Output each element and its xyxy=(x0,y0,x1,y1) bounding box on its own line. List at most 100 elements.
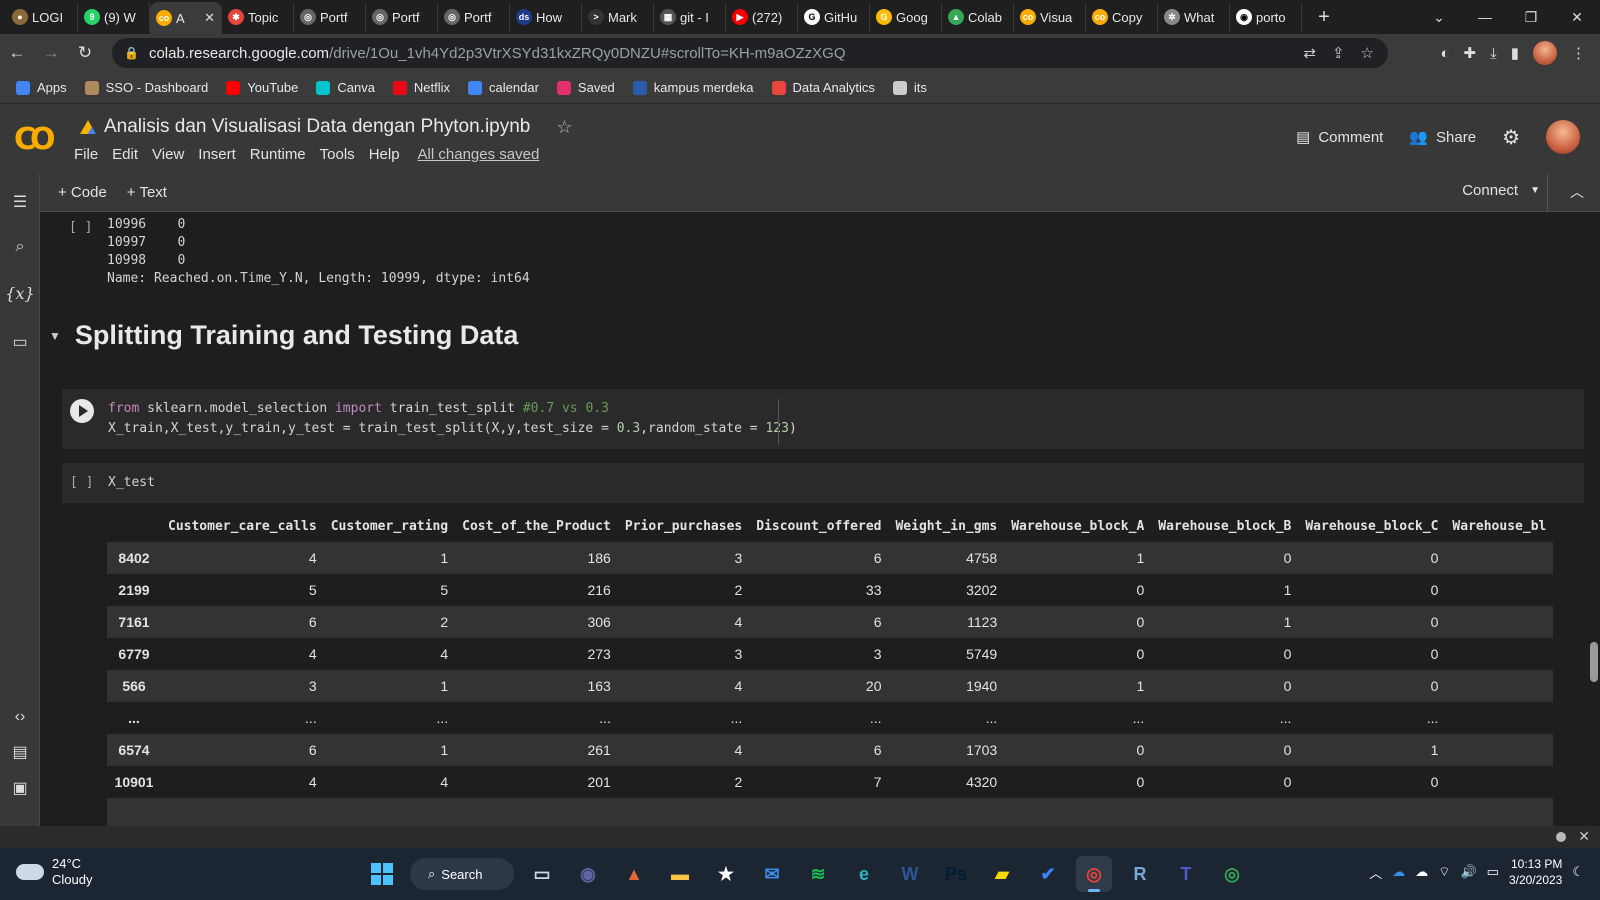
taskbar-app-sticky-notes[interactable]: ▰ xyxy=(984,856,1020,892)
menu-tools[interactable]: Tools xyxy=(320,146,355,163)
user-avatar[interactable] xyxy=(1546,120,1580,154)
taskbar-app-teams-chat[interactable]: ◉ xyxy=(570,856,606,892)
browser-tab[interactable]: co Copy xyxy=(1086,3,1158,31)
code-line-xtest[interactable]: X_test xyxy=(108,475,155,490)
reload-button[interactable]: ↻ xyxy=(68,43,102,63)
onedrive-icon[interactable]: ☁ xyxy=(1392,864,1405,880)
bookmark-item[interactable]: Saved xyxy=(556,80,615,95)
browser-tab[interactable]: ▦ git - I xyxy=(654,3,726,31)
star-icon[interactable]: ☆ xyxy=(556,117,572,138)
taskbar-app-mail[interactable]: ✉ xyxy=(754,856,790,892)
terminal-icon[interactable]: ▣ xyxy=(0,778,40,798)
taskbar-app-teams[interactable]: T xyxy=(1168,856,1204,892)
cell-run-bracket[interactable]: [ ] xyxy=(69,220,92,235)
address-bar[interactable]: 🔒 colab.research.google.com/drive/1Ou_1v… xyxy=(112,38,1388,68)
share-button[interactable]: 👥 Share xyxy=(1409,128,1476,147)
translate-icon[interactable]: ⇄ xyxy=(1303,44,1316,62)
taskbar-app-todo[interactable]: ✔ xyxy=(1030,856,1066,892)
browser-tab[interactable]: ◎ Portf xyxy=(438,3,510,31)
notebook-title[interactable]: Analisis dan Visualisasi Data dengan Phy… xyxy=(104,116,530,138)
tab-search-icon[interactable]: ⌄ xyxy=(1416,9,1462,26)
close-window-button[interactable]: ✕ xyxy=(1554,9,1600,26)
taskbar-app-photoshop[interactable]: Ps xyxy=(938,856,974,892)
drive-icon[interactable] xyxy=(80,120,96,134)
taskbar-app-file-explorer[interactable]: ▬ xyxy=(662,856,698,892)
menu-file[interactable]: File xyxy=(74,146,98,163)
settings-gear-icon[interactable]: ⚙ xyxy=(1502,125,1520,150)
bookmark-item[interactable]: calendar xyxy=(468,80,539,95)
download-icon[interactable]: ⤓ xyxy=(1490,45,1497,62)
cell-run-bracket[interactable]: [ ] xyxy=(70,475,93,490)
run-cell-button[interactable] xyxy=(70,399,94,423)
taskbar-search[interactable]: ⌕ Search xyxy=(410,858,514,890)
bookmark-item[interactable]: Netflix xyxy=(392,80,450,95)
taskbar-app-chrome-2[interactable]: ◎ xyxy=(1214,856,1250,892)
onedrive-sync-icon[interactable]: ☁ xyxy=(1415,864,1428,880)
browser-tab[interactable]: 9 (9) W xyxy=(78,3,150,31)
code-line-2[interactable]: X_train,X_test,y_train,y_test = train_te… xyxy=(108,421,797,436)
bookmark-item[interactable]: Data Analytics xyxy=(771,80,875,95)
menu-view[interactable]: View xyxy=(152,146,184,163)
browser-tab[interactable]: ▶ (272) xyxy=(726,3,798,31)
close-tab-icon[interactable]: ✕ xyxy=(204,10,215,26)
save-status-link[interactable]: All changes saved xyxy=(418,146,540,163)
notebook-content[interactable]: [ ] 10996 0 10997 0 10998 0 Name: Reache… xyxy=(41,212,1600,826)
table-of-contents-icon[interactable]: ☰ xyxy=(0,192,40,212)
browser-tab[interactable]: ✲ What xyxy=(1158,3,1230,31)
code-cell-xtest[interactable]: [ ] X_test xyxy=(62,463,1584,503)
start-button[interactable] xyxy=(364,856,400,892)
back-button[interactable]: ← xyxy=(0,43,34,63)
clock[interactable]: 10:13 PM 3/20/2023 xyxy=(1509,856,1562,888)
collapse-caret-icon[interactable]: ▼ xyxy=(49,329,61,343)
bookmark-item[interactable]: its xyxy=(892,80,927,95)
side-panel-icon[interactable]: ▮ xyxy=(1511,44,1519,62)
bookmark-item[interactable]: Apps xyxy=(16,80,67,95)
extensions-puzzle-icon[interactable]: ✚ xyxy=(1464,44,1477,62)
bookmark-star-icon[interactable]: ☆ xyxy=(1361,44,1374,62)
browser-tab[interactable]: ◎ Portf xyxy=(294,3,366,31)
browser-menu-icon[interactable]: ⋮ xyxy=(1571,44,1586,62)
taskbar-app-rstudio[interactable]: R xyxy=(1122,856,1158,892)
browser-tab[interactable]: G GitHu xyxy=(798,3,870,31)
maximize-button[interactable]: ❐ xyxy=(1508,9,1554,26)
browser-tab[interactable]: ✱ Topic xyxy=(222,3,294,31)
minimize-button[interactable]: — xyxy=(1462,9,1508,25)
command-palette-icon[interactable]: ▤ xyxy=(0,742,40,762)
browser-tab[interactable]: ◉ porto xyxy=(1230,3,1302,31)
browser-tab[interactable]: G Goog xyxy=(870,3,942,31)
add-code-button[interactable]: + Code xyxy=(58,184,107,201)
browser-tab[interactable]: co A ✕ xyxy=(150,2,222,34)
forward-button[interactable]: → xyxy=(34,43,68,63)
vertical-scrollbar[interactable] xyxy=(1590,642,1598,682)
dropdown-arrow-icon[interactable]: ▼ xyxy=(1530,185,1540,196)
code-snippets-icon[interactable]: ‹› xyxy=(0,708,40,726)
close-icon[interactable]: ✕ xyxy=(1578,828,1590,845)
code-cell-split[interactable]: from sklearn.model_selection import trai… xyxy=(62,389,1584,449)
taskbar-app-store[interactable]: ★ xyxy=(708,856,744,892)
taskbar-app-chrome[interactable]: ◎ xyxy=(1076,856,1112,892)
variables-icon[interactable]: {x} xyxy=(0,284,40,303)
add-text-button[interactable]: + Text xyxy=(127,184,167,201)
bookmark-item[interactable]: Canva xyxy=(316,80,375,95)
extension-icon[interactable]: ◐ xyxy=(1440,45,1449,62)
share-page-icon[interactable]: ⇪ xyxy=(1332,44,1345,62)
taskbar-app-spotify[interactable]: ≋ xyxy=(800,856,836,892)
browser-tab[interactable]: ◎ Portf xyxy=(366,3,438,31)
menu-edit[interactable]: Edit xyxy=(112,146,138,163)
browser-tab[interactable]: ds How xyxy=(510,3,582,31)
search-icon[interactable]: ⌕ xyxy=(0,238,40,256)
collapse-header-icon[interactable]: ︿ xyxy=(1570,182,1584,202)
colab-logo[interactable]: CO xyxy=(14,122,55,157)
browser-tab[interactable]: ● LOGI xyxy=(6,3,78,31)
notification-icon[interactable]: ☾ xyxy=(1572,864,1584,880)
wifi-icon[interactable]: ⌔ xyxy=(1438,864,1450,880)
battery-icon[interactable]: ▭ xyxy=(1487,864,1499,880)
taskbar-app-task-view[interactable]: ▭ xyxy=(524,856,560,892)
connect-button[interactable]: Connect ▼ xyxy=(1462,182,1540,199)
new-tab-button[interactable]: + xyxy=(1310,6,1338,29)
menu-help[interactable]: Help xyxy=(369,146,400,163)
comment-button[interactable]: ▤ Comment xyxy=(1296,128,1383,147)
weather-widget[interactable]: 24°C Cloudy xyxy=(16,856,92,888)
browser-tab[interactable]: co Visua xyxy=(1014,3,1086,31)
bookmark-item[interactable]: SSO - Dashboard xyxy=(84,80,208,95)
